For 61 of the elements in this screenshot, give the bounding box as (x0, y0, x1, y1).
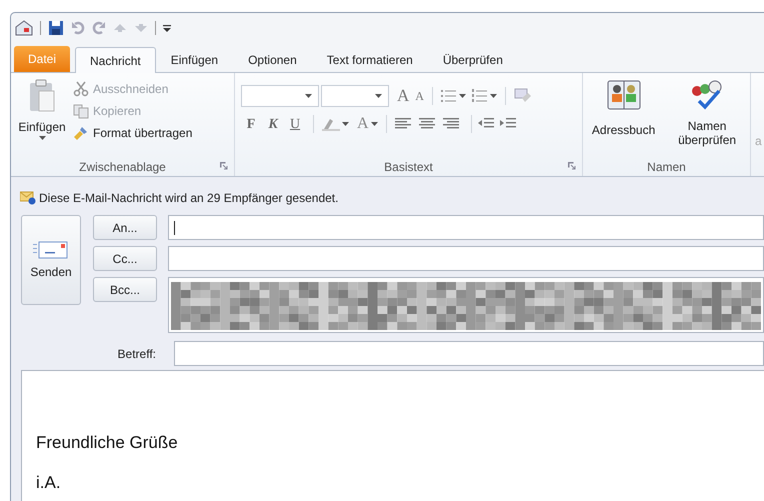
highlighter-icon[interactable] (322, 117, 340, 131)
dropdown-caret-icon (38, 136, 46, 140)
font-name-combobox[interactable] (241, 85, 319, 107)
align-right-icon[interactable] (442, 118, 459, 130)
bold-button[interactable]: F (241, 114, 261, 134)
paste-button[interactable]: Einfügen (11, 79, 73, 158)
to-field[interactable] (168, 215, 764, 240)
shrink-font-button[interactable]: A (415, 87, 424, 105)
dropdown-caret-icon (490, 94, 497, 98)
undo-icon[interactable] (71, 21, 85, 35)
save-icon[interactable] (48, 20, 64, 36)
align-center-icon[interactable] (418, 118, 435, 130)
clipboard-icon (28, 79, 56, 113)
align-left-icon[interactable] (394, 118, 411, 130)
font-size-combobox[interactable] (321, 85, 389, 107)
grow-font-button[interactable]: A (397, 83, 410, 109)
dropdown-caret-icon (458, 94, 466, 98)
copy-icon (73, 103, 89, 119)
ribbon-tab[interactable]: Optionen (233, 47, 312, 73)
body-text-line: Freundliche Grüße (36, 433, 179, 453)
check-names-button[interactable]: Namen überprüfen (673, 79, 742, 155)
italic-button[interactable]: K (263, 114, 283, 134)
recipient-button[interactable]: Bcc... (93, 277, 157, 302)
ribbon-tab[interactable]: Überprüfen (428, 47, 518, 73)
cut-off-label: a (755, 133, 762, 150)
group-label: Zwischenablage (79, 159, 166, 176)
ribbon-tab[interactable]: Einfügen (156, 47, 234, 73)
dropdown-caret-icon (305, 94, 312, 98)
address-book-button[interactable]: Adressbuch (592, 79, 656, 155)
dropdown-caret-icon (342, 122, 349, 126)
ribbon-tab[interactable]: Text formatieren (312, 47, 428, 73)
dialog-launcher-icon[interactable] (220, 162, 228, 170)
message-body[interactable]: Freundliche Grüße i.A. (21, 370, 764, 501)
envelope-info-icon (20, 191, 36, 205)
subject-field[interactable] (174, 341, 764, 366)
group-label: Basistext (384, 159, 433, 176)
recipient-button[interactable]: An... (93, 215, 157, 240)
recipient-button[interactable]: Cc... (93, 246, 157, 271)
numbered-list-icon[interactable] (472, 89, 488, 103)
paintbrush-icon (73, 125, 89, 141)
up-arrow-icon[interactable] (113, 23, 127, 33)
cc-field[interactable] (168, 246, 764, 271)
underline-button[interactable]: U (285, 114, 305, 134)
scissors-icon (73, 81, 89, 97)
customize-menu-icon[interactable] (163, 24, 171, 32)
dropdown-caret-icon (375, 94, 382, 98)
dialog-launcher-icon[interactable] (568, 162, 576, 170)
text-cursor (174, 220, 175, 234)
down-arrow-icon[interactable] (134, 23, 148, 33)
dropdown-caret-icon (370, 122, 378, 126)
format-painter-button[interactable]: Format übertragen (73, 123, 192, 143)
redo-icon[interactable] (92, 21, 106, 35)
ribbon-tab[interactable]: Nachricht (75, 47, 156, 73)
subject-label: Betreff: (116, 346, 157, 362)
address-book-icon (606, 79, 641, 111)
eraser-icon[interactable] (514, 88, 532, 104)
recipient-count-info: Diese E-Mail-Nachricht wird an 29 Empfänger gesendet. (39, 190, 338, 207)
body-text-line: i.A. (36, 473, 62, 493)
group-label: Namen (647, 159, 686, 176)
send-button[interactable]: Senden (21, 215, 81, 305)
bullet-list-icon[interactable] (440, 89, 457, 103)
